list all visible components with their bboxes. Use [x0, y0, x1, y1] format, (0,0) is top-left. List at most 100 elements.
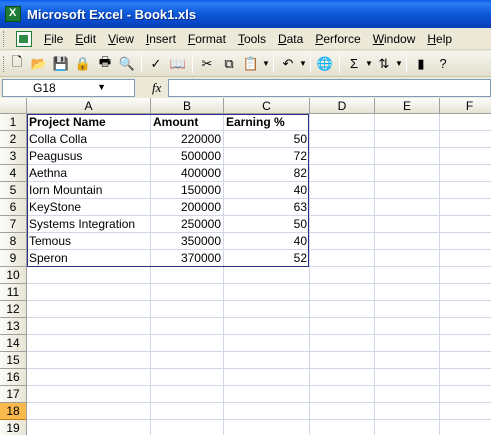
cell-a7[interactable]: Systems Integration [27, 216, 151, 233]
cell-a6[interactable]: KeyStone [27, 199, 151, 216]
cell-d8[interactable] [310, 233, 375, 250]
row-header-1[interactable]: 1 [0, 114, 27, 131]
chevron-down-icon[interactable]: ▼ [299, 59, 307, 68]
cell-e14[interactable] [375, 335, 440, 352]
row-header-8[interactable]: 8 [0, 233, 27, 250]
excel-app-icon[interactable] [5, 6, 21, 22]
spelling-icon[interactable]: ✓ [146, 54, 166, 74]
open-icon[interactable]: 📂 [29, 54, 49, 74]
cell-d13[interactable] [310, 318, 375, 335]
row-header-9[interactable]: 9 [0, 250, 27, 267]
cell-c18[interactable] [224, 403, 310, 420]
autosum-icon[interactable]: Σ [344, 54, 364, 74]
cell-a5[interactable]: Iorn Mountain [27, 182, 151, 199]
row-header-18[interactable]: 18 [0, 403, 27, 420]
cell-a16[interactable] [27, 369, 151, 386]
cell-c12[interactable] [224, 301, 310, 318]
cell-a17[interactable] [27, 386, 151, 403]
hyperlink-icon[interactable]: 🌐 [315, 54, 335, 74]
row-header-4[interactable]: 4 [0, 165, 27, 182]
cell-a2[interactable]: Colla Colla [27, 131, 151, 148]
cell-b15[interactable] [151, 352, 224, 369]
cell-a11[interactable] [27, 284, 151, 301]
cell-f17[interactable] [440, 386, 491, 403]
cell-d12[interactable] [310, 301, 375, 318]
help-icon[interactable]: ? [433, 54, 453, 74]
menu-tools[interactable]: Tools [232, 32, 272, 46]
menu-grip[interactable] [3, 30, 6, 47]
undo-icon[interactable]: ↶ [278, 54, 298, 74]
cell-d15[interactable] [310, 352, 375, 369]
cell-a9[interactable]: Speron [27, 250, 151, 267]
cell-a13[interactable] [27, 318, 151, 335]
cell-c16[interactable] [224, 369, 310, 386]
cell-f3[interactable] [440, 148, 491, 165]
row-header-19[interactable]: 19 [0, 420, 27, 435]
cell-a4[interactable]: Aethna [27, 165, 151, 182]
row-header-12[interactable]: 12 [0, 301, 27, 318]
cell-c8[interactable]: 40 [224, 233, 310, 250]
worksheet-grid[interactable]: A B C D E F 1 Project Name Amount Earning % 2 Colla… [0, 98, 491, 435]
cell-a14[interactable] [27, 335, 151, 352]
cell-a8[interactable]: Temous [27, 233, 151, 250]
cell-e18[interactable] [375, 403, 440, 420]
cell-f14[interactable] [440, 335, 491, 352]
cell-c15[interactable] [224, 352, 310, 369]
cell-e11[interactable] [375, 284, 440, 301]
cell-a10[interactable] [27, 267, 151, 284]
cell-f12[interactable] [440, 301, 491, 318]
cell-f10[interactable] [440, 267, 491, 284]
formula-input[interactable] [168, 79, 491, 97]
cell-c4[interactable]: 82 [224, 165, 310, 182]
cell-c2[interactable]: 50 [224, 131, 310, 148]
row-header-11[interactable]: 11 [0, 284, 27, 301]
cell-f16[interactable] [440, 369, 491, 386]
cell-d19[interactable] [310, 420, 375, 435]
cell-b16[interactable] [151, 369, 224, 386]
cell-b4[interactable]: 400000 [151, 165, 224, 182]
cell-a1[interactable]: Project Name [27, 114, 151, 131]
cell-e15[interactable] [375, 352, 440, 369]
menu-insert[interactable]: Insert [140, 32, 182, 46]
cell-b5[interactable]: 150000 [151, 182, 224, 199]
cell-d6[interactable] [310, 199, 375, 216]
cell-c7[interactable]: 50 [224, 216, 310, 233]
cell-c13[interactable] [224, 318, 310, 335]
menu-view[interactable]: View [102, 32, 140, 46]
cell-b10[interactable] [151, 267, 224, 284]
row-header-15[interactable]: 15 [0, 352, 27, 369]
cell-e4[interactable] [375, 165, 440, 182]
cell-d2[interactable] [310, 131, 375, 148]
cell-c11[interactable] [224, 284, 310, 301]
cell-d4[interactable] [310, 165, 375, 182]
column-header-d[interactable]: D [310, 98, 375, 114]
cell-e3[interactable] [375, 148, 440, 165]
cell-d16[interactable] [310, 369, 375, 386]
cell-d9[interactable] [310, 250, 375, 267]
cell-b12[interactable] [151, 301, 224, 318]
research-icon[interactable]: 📖 [168, 54, 188, 74]
menu-edit[interactable]: Edit [69, 32, 102, 46]
cell-f5[interactable] [440, 182, 491, 199]
cell-e13[interactable] [375, 318, 440, 335]
toolbar-grip[interactable] [3, 55, 6, 72]
menu-data[interactable]: Data [272, 32, 309, 46]
cell-b6[interactable]: 200000 [151, 199, 224, 216]
row-header-10[interactable]: 10 [0, 267, 27, 284]
cell-e19[interactable] [375, 420, 440, 435]
cell-e12[interactable] [375, 301, 440, 318]
cell-b19[interactable] [151, 420, 224, 435]
cell-b1[interactable]: Amount [151, 114, 224, 131]
chart-wizard-icon[interactable]: ▮ [411, 54, 431, 74]
cell-b9[interactable]: 370000 [151, 250, 224, 267]
cell-d18[interactable] [310, 403, 375, 420]
paste-icon[interactable]: 📋 [241, 54, 261, 74]
cell-e5[interactable] [375, 182, 440, 199]
row-header-7[interactable]: 7 [0, 216, 27, 233]
chevron-down-icon[interactable]: ▼ [262, 59, 270, 68]
cell-c10[interactable] [224, 267, 310, 284]
cell-d10[interactable] [310, 267, 375, 284]
cell-c19[interactable] [224, 420, 310, 435]
column-header-a[interactable]: A [27, 98, 151, 114]
cell-f15[interactable] [440, 352, 491, 369]
